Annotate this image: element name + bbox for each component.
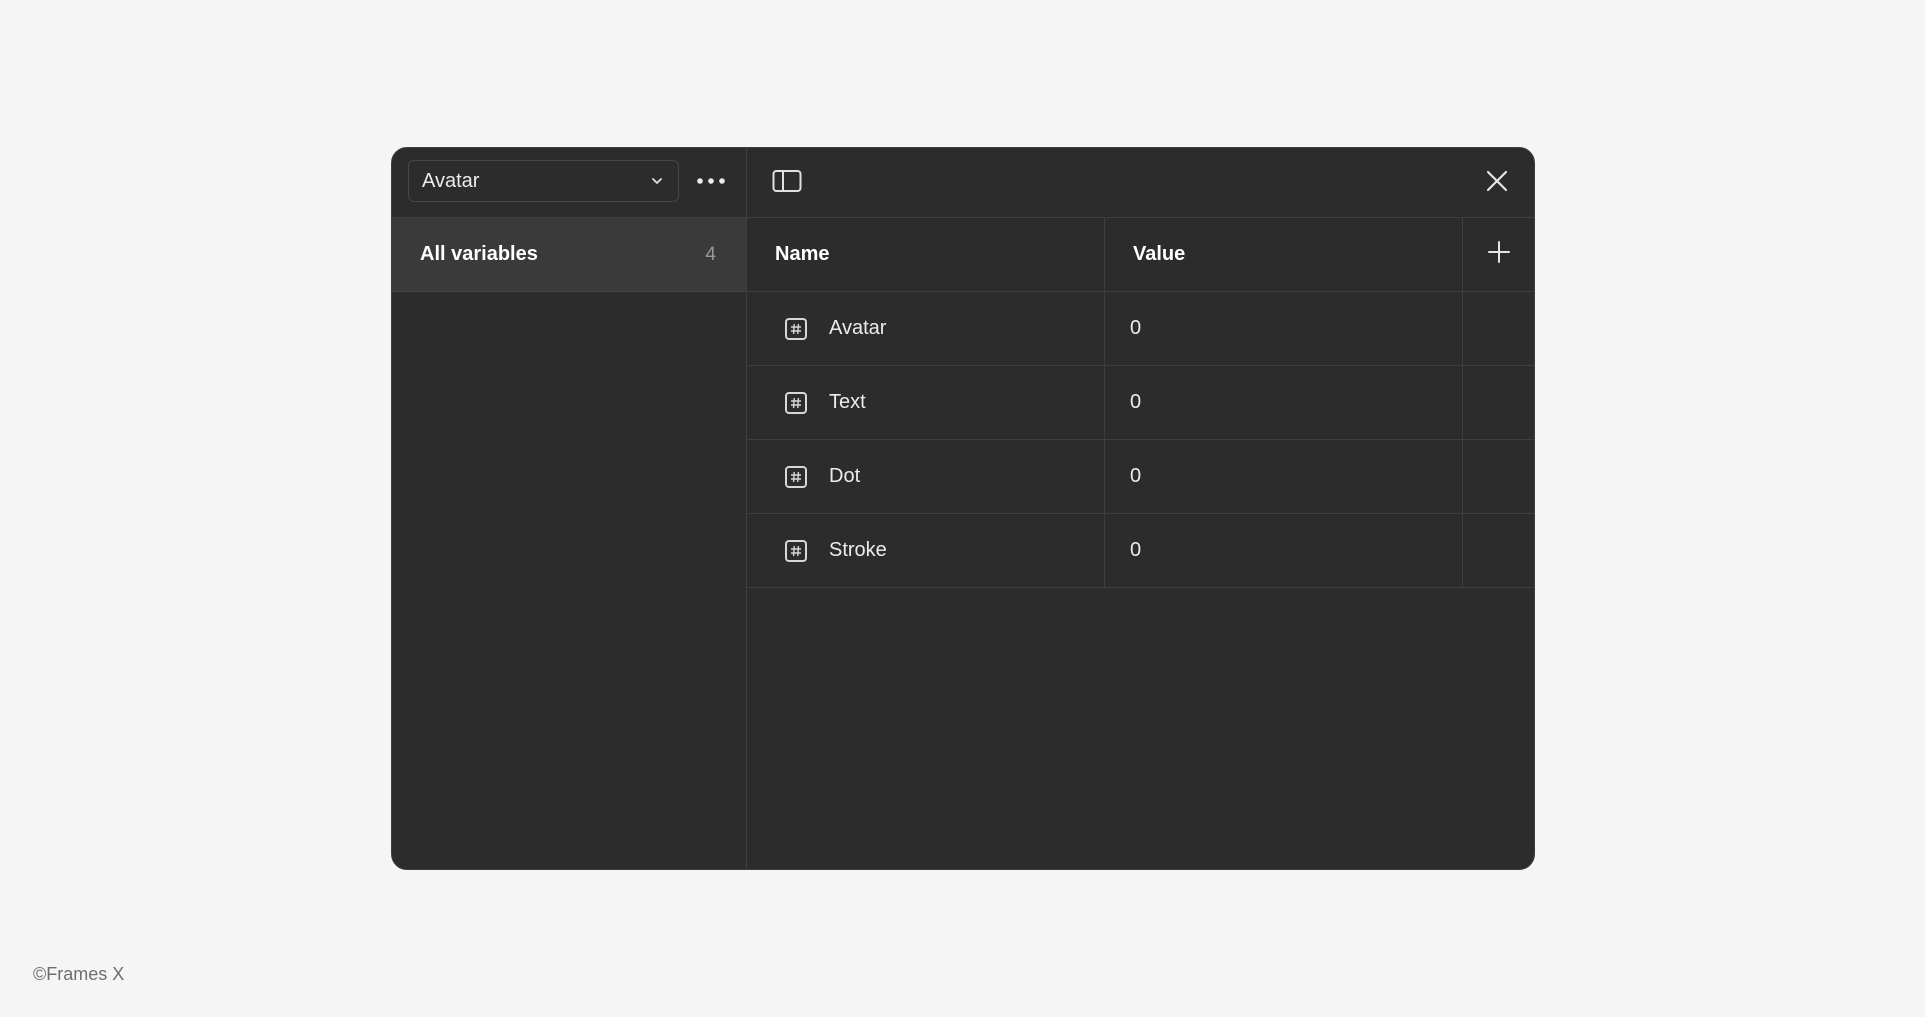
number-icon [785,539,807,562]
table-row[interactable]: Avatar 0 [747,292,1534,366]
variable-value: 0 [1130,317,1142,339]
sidebar-header: Avatar [392,148,746,218]
variable-value: 0 [1130,539,1142,561]
plus-icon [1487,240,1510,269]
sidebar-item-all-variables[interactable]: All variables 4 [392,218,746,292]
table-row[interactable]: Text 0 [747,366,1534,440]
footer-credit: ©Frames X [33,964,125,984]
main-area: Name Value Avatar 0 Text 0 Dot 0 Stroke … [747,148,1534,869]
column-header-name[interactable]: Name [747,218,1105,291]
more-horizontal-icon [696,172,726,190]
row-extra-cell [1463,440,1534,513]
add-column-cell [1463,218,1534,291]
variable-name-cell[interactable]: Text [747,366,1105,439]
variable-name: Stroke [829,539,887,561]
close-icon [1486,170,1508,197]
variable-name-cell[interactable]: Dot [747,440,1105,513]
close-button[interactable] [1482,168,1512,198]
number-icon [785,317,807,340]
more-options-button[interactable] [692,166,730,196]
variable-value-cell[interactable]: 0 [1105,514,1463,587]
variables-panel: Avatar All variables 4 Name Value Avatar… [391,147,1535,870]
variables-table: Name Value Avatar 0 Text 0 Dot 0 Stroke … [747,218,1534,588]
number-icon [785,465,807,488]
sidebar-item-label: All variables [420,243,538,265]
variable-name: Dot [829,465,861,487]
main-toolbar [747,148,1534,218]
row-extra-cell [1463,292,1534,365]
collection-dropdown-label: Avatar [422,169,480,192]
variable-value: 0 [1130,465,1142,487]
variable-value: 0 [1130,391,1142,413]
column-header-value[interactable]: Value [1105,218,1463,291]
variable-name-cell[interactable]: Stroke [747,514,1105,587]
table-row[interactable]: Stroke 0 [747,514,1534,588]
sidebar: Avatar All variables 4 [392,148,747,869]
variable-value-cell[interactable]: 0 [1105,440,1463,513]
table-row[interactable]: Dot 0 [747,440,1534,514]
toggle-sidebar-button[interactable] [771,169,803,198]
variable-value-cell[interactable]: 0 [1105,292,1463,365]
row-extra-cell [1463,514,1534,587]
sidebar-item-count: 4 [705,243,716,265]
collection-dropdown[interactable]: Avatar [408,160,679,202]
variable-name-cell[interactable]: Avatar [747,292,1105,365]
variable-name: Avatar [829,317,887,339]
number-icon [785,391,807,414]
sidebar-panel-icon [772,169,802,198]
variable-name: Text [829,391,866,413]
row-extra-cell [1463,366,1534,439]
table-header-row: Name Value [747,218,1534,292]
chevron-down-icon [649,173,665,189]
add-mode-button[interactable] [1484,240,1514,270]
variable-value-cell[interactable]: 0 [1105,366,1463,439]
